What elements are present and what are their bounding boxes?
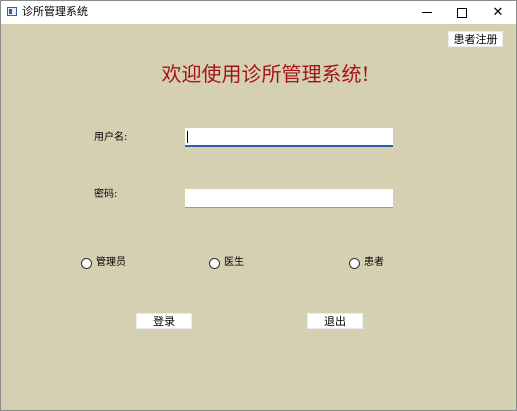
role-radio-admin[interactable]: 管理员 (81, 256, 126, 270)
close-button[interactable]: ✕ (480, 1, 516, 24)
title-bar[interactable]: 诊所管理系统 ✕ (1, 1, 516, 24)
patient-register-button[interactable]: 患者注册 (448, 31, 503, 47)
window-title: 诊所管理系统 (22, 5, 88, 18)
role-label-doctor: 医生 (224, 257, 244, 268)
role-label-patient: 患者 (364, 257, 384, 268)
username-input[interactable] (185, 128, 393, 147)
login-button[interactable]: 登录 (136, 313, 192, 329)
minimize-button[interactable] (409, 1, 445, 24)
password-label: 密码: (94, 189, 118, 200)
role-label-admin: 管理员 (96, 257, 126, 268)
app-window: 诊所管理系统 ✕ 患者注册 欢迎使用诊所管理系统! 用户名: 密码: 管理员 医… (0, 0, 517, 411)
text-caret (187, 131, 188, 143)
radio-button-icon[interactable] (81, 257, 92, 269)
exit-button[interactable]: 退出 (307, 313, 363, 329)
minimize-icon (422, 12, 432, 13)
close-icon: ✕ (492, 5, 504, 20)
username-label: 用户名: (94, 132, 128, 143)
welcome-heading: 欢迎使用诊所管理系统! (161, 62, 370, 86)
password-input[interactable] (185, 189, 393, 208)
role-radio-doctor[interactable]: 医生 (209, 256, 244, 270)
radio-button-icon[interactable] (349, 257, 360, 269)
app-icon (7, 7, 17, 16)
radio-button-icon[interactable] (209, 257, 220, 269)
role-radio-patient[interactable]: 患者 (349, 256, 384, 270)
maximize-icon (457, 7, 467, 18)
maximize-button[interactable] (444, 1, 480, 24)
